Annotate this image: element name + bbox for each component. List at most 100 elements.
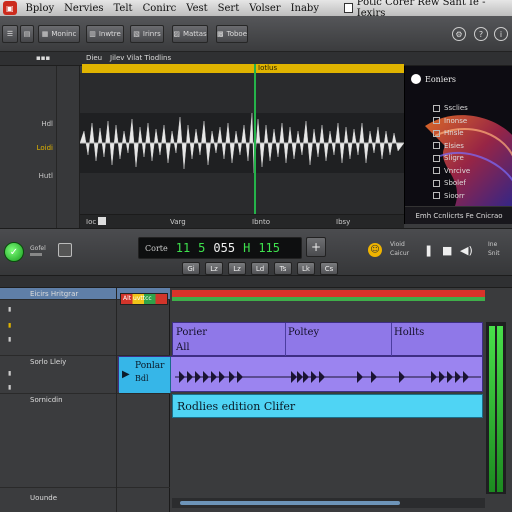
mode-buttons: Gi Lz Lz Ld Ts Lk Cs [182,262,338,275]
play-check-icon: ✓ [9,246,19,258]
mode-button-3[interactable]: Lz [228,262,246,275]
track-header-3[interactable]: Sornicdin [0,394,170,488]
tune-sub-label: Snit [488,250,500,257]
menu-bar: ▣ Bploy Nervies Telt Conirc Vest Sert Vo… [0,0,512,19]
marker-icon[interactable] [98,217,106,225]
track-header-4[interactable]: Uounde [0,488,170,512]
tracks-ruler[interactable] [0,276,512,288]
checkbox[interactable] [433,104,440,112]
voice-label: Vioid [390,241,405,248]
pause-icon[interactable]: ❚ [424,244,433,257]
inspector-toggle-button[interactable]: ▤ [20,25,34,43]
region-label-2: Poltey [288,327,320,338]
help-icon[interactable]: ? [474,27,488,41]
menu-conirc[interactable]: Conirc [138,3,182,14]
add-button[interactable]: + [306,237,326,257]
divider [56,66,57,228]
play-triangle-icon: ▶ [122,369,130,380]
info-icon[interactable]: i [494,27,508,41]
mode-button-1[interactable]: Gi [182,262,200,275]
midi-region[interactable]: ▶ Ponlar Bdl [118,356,483,393]
checkbox[interactable] [433,129,440,137]
region-separator [285,323,286,357]
library-panel: Eoniers Ssclies Inonse Hnsle Elsies Slig… [404,66,512,224]
checkbox[interactable] [433,142,440,150]
smiley-icon[interactable]: ☺ [368,243,382,257]
menu-vest[interactable]: Vest [181,3,212,14]
library-item[interactable]: Hnsle [433,127,470,140]
library-toggle-button[interactable]: ☰ [2,25,18,43]
ruler-tool-icons[interactable]: ▪▪▪ [36,54,50,62]
track-header-1-body: ▮ ▮ ▮ [0,300,170,356]
snap-grid-button[interactable] [58,243,72,257]
level-meter-left [489,326,495,492]
mode-button-2[interactable]: Lz [205,262,223,275]
play-button[interactable]: ✓ [4,242,24,262]
volume-icon[interactable]: ◀) [460,244,473,257]
track-icon: ▮ [8,370,12,377]
stop-icon[interactable]: ■ [442,244,452,257]
lcd-label: Corte [145,243,168,253]
menu-telt[interactable]: Telt [109,3,138,14]
library-item[interactable]: Inonse [433,115,470,128]
cycle-region-bar[interactable]: Iotlus [82,64,404,73]
toolbar-irinrs-button[interactable]: ▧ Irinrs [130,25,164,43]
level-label-mid: Loidi [36,144,53,152]
mixer-icon: ▥ [89,30,96,38]
timeline-marker-green[interactable] [172,297,485,301]
library-item[interactable]: Sbolef [433,177,470,190]
library-item-label: Sbolef [444,179,466,188]
scrollbar-thumb[interactable] [180,501,400,505]
waveform-editor[interactable] [79,73,405,228]
library-list: Ssclies Inonse Hnsle Elsies Sligre Vnrci… [433,102,470,202]
editor-footer: Ioc Varg Ibnto Ibsy [80,214,404,228]
menu-sert[interactable]: Sert [213,3,245,14]
settings-gear-icon[interactable]: ⚙ [452,27,466,41]
app-logo-icon[interactable]: ▣ [3,1,17,15]
toolbar-mattas-button[interactable]: ▨ Mattas [172,25,208,43]
ruler-label-region: Jilev Vilat Tiodlins [110,54,172,62]
midi-notes [175,371,481,383]
toolbar: ☰ ▤ ▦ Moninc ▥ Inwtre ▧ Irinrs ▨ Mattas ▩ Tob… [0,16,512,52]
menu-bploy[interactable]: Bploy [21,3,60,14]
midi-region-header: ▶ Ponlar Bdl [119,357,171,393]
library-item-label: Ssclies [444,104,468,113]
library-item-label: Elsies [444,141,464,150]
library-item[interactable]: Sligre [433,152,470,165]
toolbar-moninc-button[interactable]: ▦ Moninc [38,25,80,43]
library-item-label: Sioorr [444,191,465,200]
menu-inaby[interactable]: Inaby [286,3,324,14]
mode-button-6[interactable]: Lk [297,262,315,275]
go-label: Gofel [30,245,46,252]
toolbar-inwtre-button[interactable]: ▥ Inwtre [86,25,124,43]
ruler-label-start: Dieu [86,54,103,62]
toolbar-toboe-button[interactable]: ▩ Toboe [216,25,248,43]
checkbox[interactable] [433,117,440,125]
library-item-label: Hnsle [444,129,464,138]
checkbox[interactable] [433,179,440,187]
library-item[interactable]: Elsies [433,140,470,153]
track-color-strip[interactable]: Alt uvttcc [120,293,168,305]
mode-button-7[interactable]: Cs [320,262,338,275]
track-icon: ▮ [8,384,12,391]
track-name: Uounde [30,494,58,502]
checkbox[interactable] [433,167,440,175]
library-item[interactable]: Ssclies [433,102,470,115]
library-item[interactable]: Vnrcive [433,165,470,178]
lcd-display[interactable]: Corte 11 5 055 H 115 [138,237,302,259]
menu-volser[interactable]: Volser [244,3,285,14]
mode-button-4[interactable]: Ld [251,262,269,275]
checkbox[interactable] [433,192,440,200]
audio-region-cyan[interactable]: Rodlies edition Clifer [172,394,483,418]
transport-bar: ✓ Gofel Corte 11 5 055 H 115 + Gi Lz Lz … [0,228,512,276]
menu-nervies[interactable]: Nervies [59,3,108,14]
playhead[interactable] [254,64,256,228]
mode-button-5[interactable]: Ts [274,262,292,275]
audio-region-purple[interactable]: Porier Poltey Hollts All [172,322,483,357]
checkbox[interactable] [433,154,440,162]
library-item-label: Sligre [444,154,464,163]
region-separator [391,323,392,357]
timeline-marker-red[interactable] [172,290,485,297]
library-item[interactable]: Sioorr [433,190,470,203]
color-strip-label: Alt uvttcc [123,295,152,302]
